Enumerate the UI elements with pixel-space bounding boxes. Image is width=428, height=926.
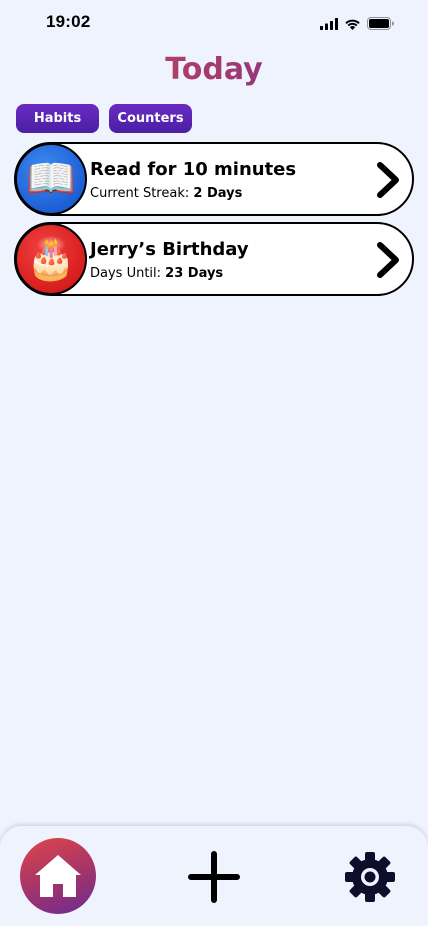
home-button[interactable] [20, 838, 96, 914]
item-subtitle: Days Until: 23 Days [90, 265, 223, 283]
status-bar: 19:02 [0, 0, 428, 46]
book-icon: 📖 [15, 143, 87, 215]
status-icons [320, 15, 394, 34]
list-item[interactable]: 🎂 Jerry’s Birthday Days Until: 23 Days [14, 222, 414, 296]
chevron-right-icon[interactable] [374, 241, 402, 279]
status-time: 19:02 [46, 12, 91, 31]
item-subtitle-label: Days Until: [90, 266, 162, 281]
wifi-icon [344, 15, 361, 34]
item-title: Jerry’s Birthday [90, 239, 249, 260]
item-subtitle-value: 2 Days [193, 186, 243, 201]
habits-filter-button[interactable]: Habits [16, 104, 99, 133]
counters-filter-button[interactable]: Counters [109, 104, 192, 133]
cellular-signal-icon [320, 15, 338, 34]
item-subtitle-value: 23 Days [165, 266, 224, 281]
filter-group: Habits Counters [16, 104, 192, 133]
item-title: Read for 10 minutes [90, 159, 297, 180]
tab-bar [0, 826, 428, 926]
add-button[interactable] [187, 850, 241, 904]
page-title: Today [0, 50, 428, 90]
birthday-cake-icon: 🎂 [15, 223, 87, 295]
battery-icon [367, 15, 394, 34]
list-item[interactable]: 📖 Read for 10 minutes Current Streak: 2 … [14, 142, 414, 216]
home-icon [35, 855, 81, 897]
settings-button[interactable] [343, 850, 397, 904]
chevron-right-icon[interactable] [374, 161, 402, 199]
plus-icon [188, 851, 240, 903]
item-subtitle: Current Streak: 2 Days [90, 185, 242, 203]
item-subtitle-label: Current Streak: [90, 186, 190, 201]
gear-icon [345, 852, 395, 902]
